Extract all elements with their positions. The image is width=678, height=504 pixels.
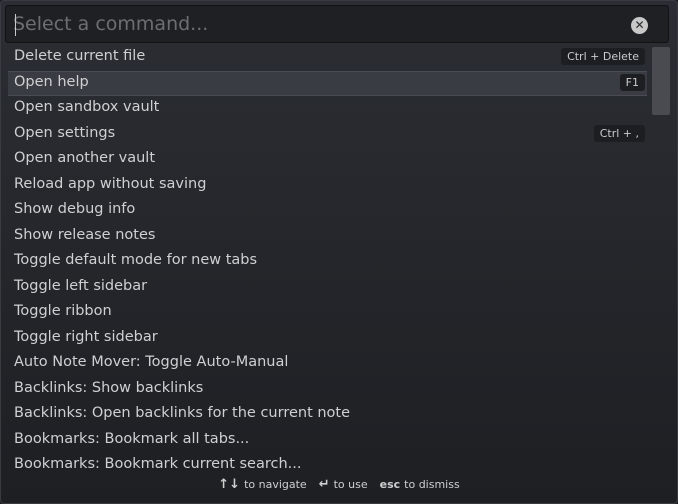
scrollbar[interactable] (651, 45, 671, 473)
command-label: Open help (14, 73, 89, 90)
command-label: Bookmarks: Bookmark all tabs... (14, 430, 250, 447)
command-item[interactable]: Toggle right sidebar (1, 326, 651, 352)
instructions-footer: ↑↓ to navigate ↵ to use esc to dismiss (1, 477, 677, 499)
dismiss-hint: to dismiss (404, 478, 460, 491)
command-item[interactable]: Delete current file Ctrl + Delete (1, 45, 651, 71)
command-label: Toggle ribbon (14, 303, 112, 319)
close-icon[interactable]: ✕ (631, 17, 648, 34)
command-list: Delete current file Ctrl + Delete Open hel… (1, 45, 651, 473)
command-item[interactable]: Reload app without saving (1, 173, 651, 199)
text-caret (15, 14, 16, 36)
command-search-input[interactable] (13, 9, 613, 39)
command-item[interactable]: Toggle left sidebar (1, 275, 651, 301)
command-item[interactable]: Open help F1 (8, 70, 647, 96)
hotkey-badge: Ctrl + , (593, 124, 645, 142)
command-item[interactable]: Open settings Ctrl + , (1, 122, 651, 148)
command-label: Toggle left sidebar (14, 277, 148, 294)
command-item[interactable]: Show debug info (1, 198, 651, 224)
command-label: Open another vault (14, 150, 156, 166)
command-item[interactable]: Bookmarks: Bookmark current search... (1, 453, 651, 473)
command-label: Show release notes (14, 226, 156, 243)
command-label: Bookmarks: Bookmark current search... (14, 456, 302, 472)
hotkey-badge: F1 (619, 73, 645, 91)
command-label: Toggle default mode for new tabs (14, 252, 258, 268)
command-label: Backlinks: Open backlinks for the curren… (14, 405, 351, 421)
command-label: Backlinks: Show backlinks (14, 379, 204, 396)
command-item[interactable]: Open another vault (1, 147, 651, 173)
esc-key-label: esc (379, 478, 401, 491)
arrow-up-down-icon: ↑↓ (218, 477, 241, 492)
command-item[interactable]: Bookmarks: Bookmark all tabs... (1, 428, 651, 454)
command-item[interactable]: Toggle ribbon (1, 300, 651, 326)
command-label: Toggle right sidebar (14, 328, 158, 345)
command-item[interactable]: Backlinks: Show backlinks (1, 377, 651, 403)
navigate-hint: to navigate (244, 478, 307, 491)
command-label: Auto Note Mover: Toggle Auto-Manual (14, 354, 289, 370)
use-hint: to use (333, 478, 368, 491)
command-label: Open sandbox vault (14, 99, 160, 115)
command-label: Delete current file (14, 48, 146, 64)
search-bar: ✕ (5, 5, 669, 43)
scrollbar-thumb[interactable] (652, 47, 670, 115)
command-item[interactable]: Open sandbox vault (1, 96, 651, 122)
command-item[interactable]: Toggle default mode for new tabs (1, 249, 651, 275)
command-label: Reload app without saving (14, 175, 207, 192)
command-label: Show debug info (14, 201, 136, 217)
command-item[interactable]: Auto Note Mover: Toggle Auto-Manual (1, 351, 651, 377)
enter-key-icon: ↵ (318, 477, 330, 492)
hotkey-badge: Ctrl + Delete (561, 48, 645, 65)
command-item[interactable]: Show release notes (1, 224, 651, 250)
command-item[interactable]: Backlinks: Open backlinks for the curren… (1, 402, 651, 428)
command-palette: ✕ Delete current file Ctrl + Delete Open h… (0, 0, 678, 504)
command-label: Open settings (14, 124, 116, 141)
